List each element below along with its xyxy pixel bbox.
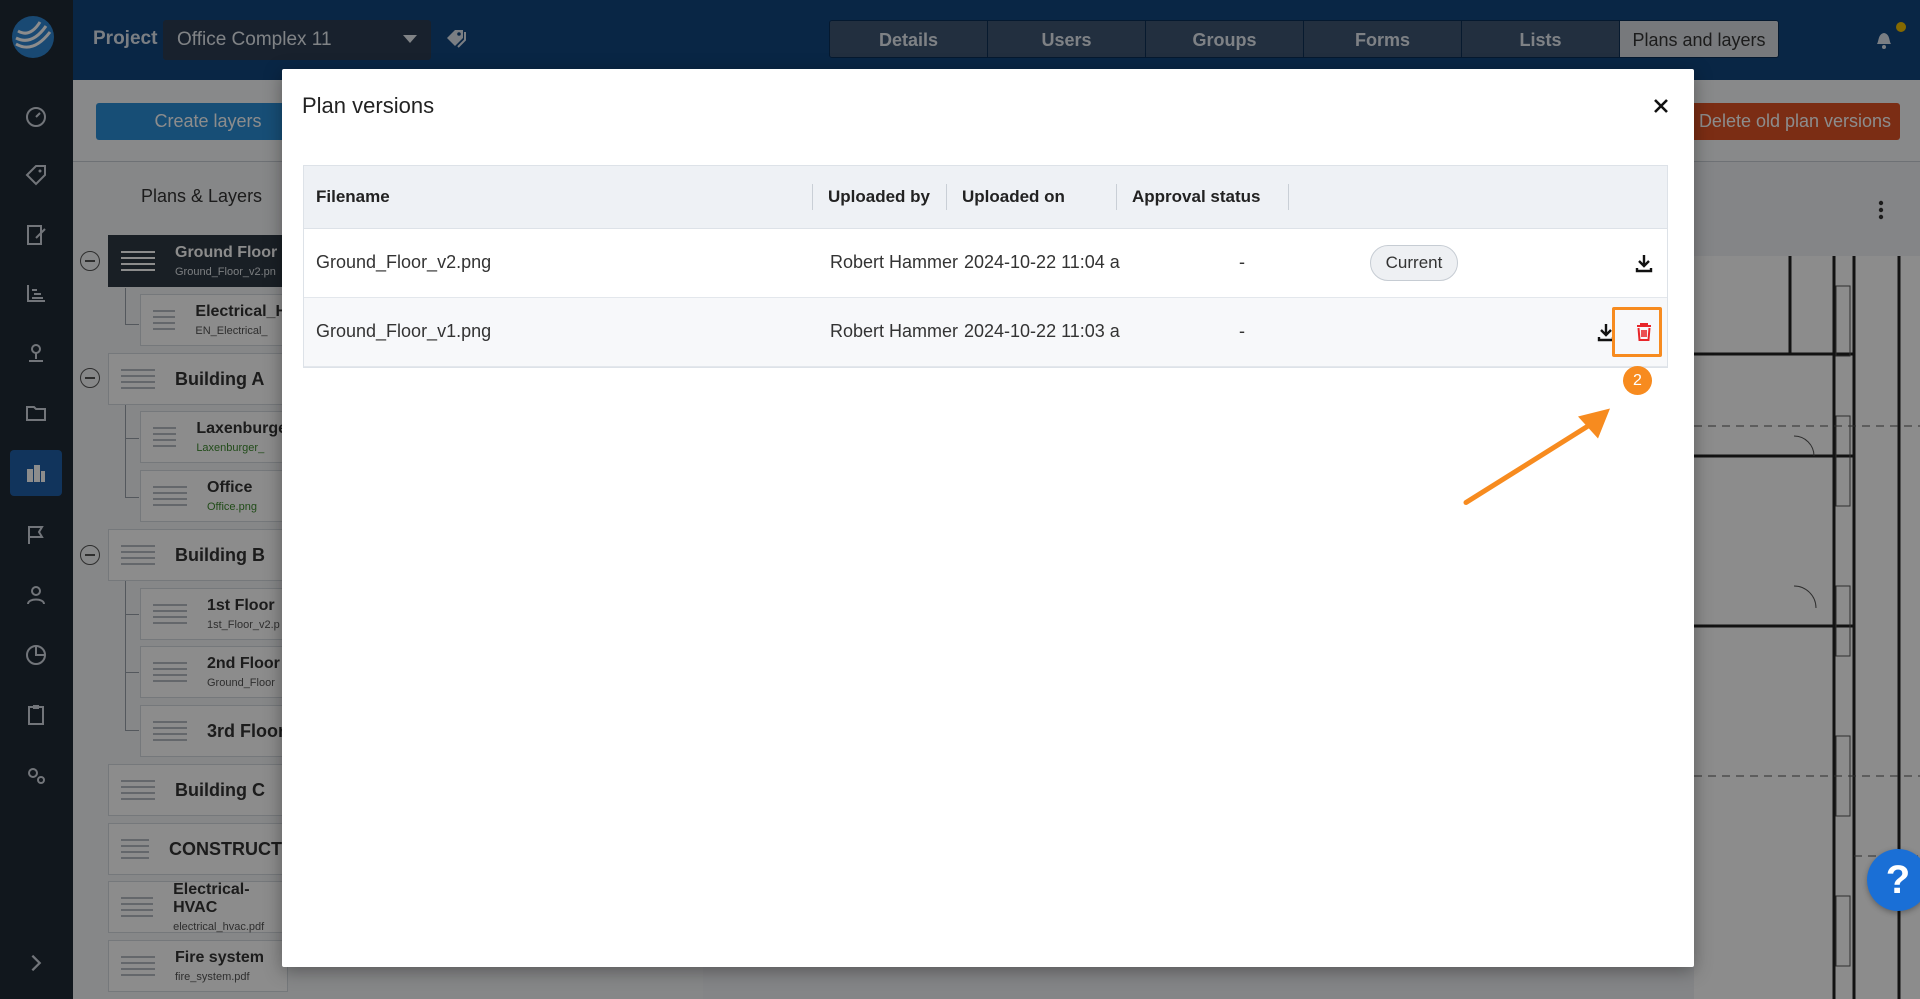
plan-versions-table: Filename Uploaded by Uploaded on Approva… — [303, 165, 1668, 368]
annotation-arrow — [1463, 408, 1610, 505]
uploaded-by-cell: Robert Hammer — [830, 252, 959, 272]
help-button[interactable]: ? — [1867, 849, 1920, 911]
dialog-title: Plan versions — [302, 93, 435, 118]
filename-cell: Ground_Floor_v2.png — [316, 252, 492, 272]
close-icon[interactable] — [1650, 95, 1672, 117]
download-icon[interactable] — [1632, 251, 1656, 275]
uploaded-on-cell: 2024-10-22 11:03 a — [964, 321, 1120, 341]
column-header-uploaded-on[interactable]: Uploaded on — [962, 187, 1065, 207]
column-header-uploaded-by[interactable]: Uploaded by — [828, 187, 930, 207]
approval-status-cell: - — [1239, 321, 1245, 341]
highlight-box — [1612, 307, 1662, 357]
table-row: Ground_Floor_v2.png Robert Hammer 2024-1… — [304, 229, 1667, 298]
uploaded-on-cell: 2024-10-22 11:04 a — [964, 252, 1120, 272]
table-header: Filename Uploaded by Uploaded on Approva… — [304, 166, 1667, 229]
table-row: Ground_Floor_v1.png Robert Hammer 2024-1… — [304, 298, 1667, 367]
column-header-approval-status[interactable]: Approval status — [1132, 187, 1260, 207]
current-badge: Current — [1370, 245, 1458, 281]
filename-cell: Ground_Floor_v1.png — [316, 321, 492, 341]
approval-status-cell: - — [1239, 252, 1245, 272]
uploaded-by-cell: Robert Hammer — [830, 321, 959, 341]
column-header-filename[interactable]: Filename — [316, 187, 390, 207]
step-badge: 2 — [1623, 366, 1652, 395]
